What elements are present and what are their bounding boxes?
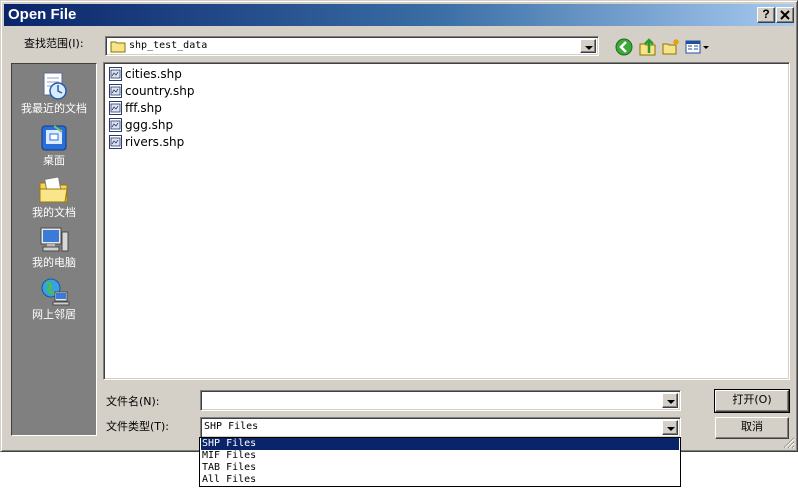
place-recent-documents[interactable]: 我最近的文档 [12,68,96,116]
my-computer-icon [40,227,69,252]
shp-file-icon [109,67,122,81]
filetype-option-shp[interactable]: SHP Files [201,438,679,450]
cancel-button[interactable]: 取消 [715,417,789,439]
filename-dropdown-button[interactable] [662,393,678,408]
help-button[interactable]: ? [757,7,775,23]
file-name: ggg.shp [125,118,174,132]
place-desktop[interactable]: 桌面 [12,120,96,168]
open-button[interactable]: 打开(O) [714,389,790,413]
shp-file-icon [109,135,122,149]
shp-file-icon [109,101,122,115]
file-name: country.shp [125,84,195,98]
lookin-value: shp_test_data [129,40,208,51]
file-list[interactable]: cities.shp country.shp fff.shp ggg.shp r… [103,62,790,380]
resize-grip-icon[interactable] [783,437,795,449]
filetype-dropdown-button[interactable] [662,420,678,435]
places-bar: 我最近的文档 桌面 我的文档 我的电脑 网上邻居 [11,63,97,436]
close-icon [780,10,790,20]
filetype-option-all[interactable]: All Files [201,474,679,486]
place-label: 桌面 [43,154,65,167]
place-my-documents[interactable]: 我的文档 [12,172,96,220]
close-button[interactable] [776,7,794,23]
shp-file-icon [109,118,122,132]
filename-label: 文件名(N): [106,395,160,408]
place-label: 我的文档 [32,206,76,219]
lookin-dropdown-button[interactable] [580,39,596,53]
window-title: Open File [8,6,77,23]
up-folder-icon [639,38,656,56]
filetype-value: SHP Files [204,421,259,432]
file-name: cities.shp [125,67,182,81]
back-arrow-icon [615,38,633,56]
new-folder-icon [662,39,679,55]
filetype-dropdown-list[interactable]: SHP Files MIF Files TAB Files All Files [199,437,681,487]
place-label: 网上邻居 [32,308,76,321]
place-my-computer[interactable]: 我的电脑 [12,222,96,270]
lookin-combobox[interactable]: shp_test_data [105,36,599,56]
filetype-option-mif[interactable]: MIF Files [201,450,679,462]
place-label: 我的电脑 [32,256,76,269]
place-label: 我最近的文档 [21,102,87,115]
file-name: fff.shp [125,101,162,115]
place-network-places[interactable]: 网上邻居 [12,274,96,322]
title-bar[interactable]: Open File ? [4,4,794,26]
recent-documents-icon [43,72,67,100]
filetype-combobox[interactable]: SHP Files [200,417,681,438]
lookin-label: 查找范围(I): [24,37,84,50]
up-folder-button[interactable] [638,37,658,57]
filename-combobox[interactable] [200,390,681,411]
open-file-dialog: Open File ? 查找范围(I): shp_test_data 我最近的文… [0,0,798,452]
filetype-label: 文件类型(T): [106,420,170,433]
network-places-icon [41,278,70,306]
shp-file-icon [109,84,122,98]
filetype-option-tab[interactable]: TAB Files [201,462,679,474]
new-folder-button[interactable] [661,37,681,57]
file-name: rivers.shp [125,135,185,149]
folder-icon [110,41,126,53]
desktop-icon [41,125,67,151]
my-documents-icon [39,176,68,203]
view-menu-icon [685,40,709,54]
view-menu-button[interactable] [685,37,711,57]
back-button[interactable] [614,37,634,57]
